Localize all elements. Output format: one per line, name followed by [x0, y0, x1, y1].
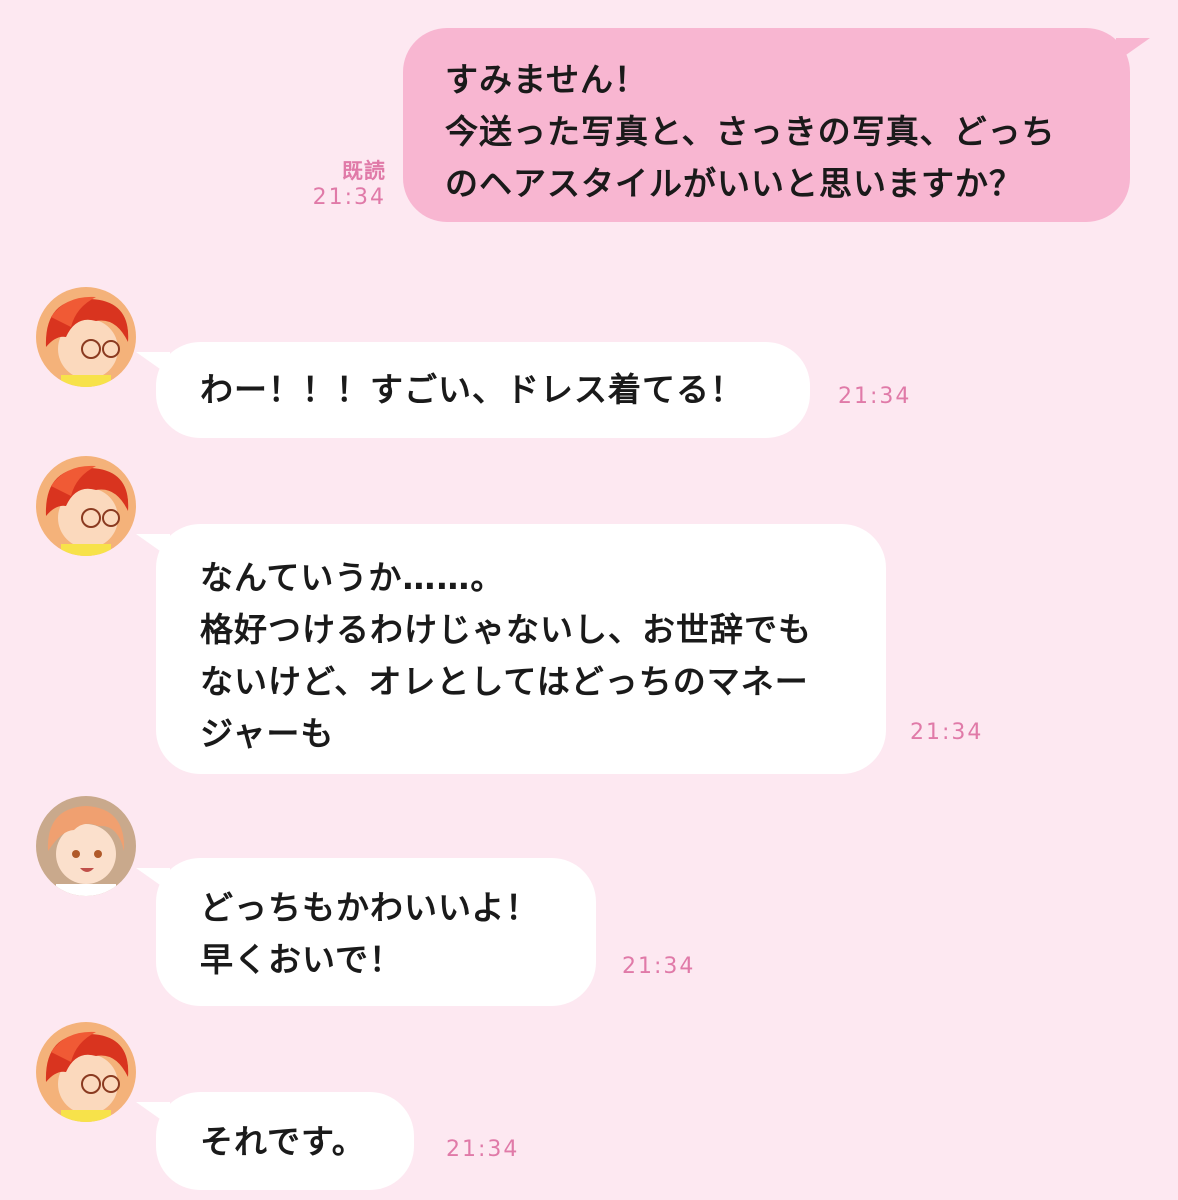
message-text-line: わー！！！すごい、ドレス着てる！ [200, 370, 744, 409]
message-text-line: ジャーも [200, 714, 335, 753]
message-text-line: 早くおいで！ [200, 940, 404, 979]
message-time: 21:34 [910, 720, 984, 745]
message-time: 21:34 [622, 954, 696, 979]
message-text-line: ないけど、オレとしてはどっちのマネー [200, 662, 809, 701]
incoming-message-bubble[interactable]: なんていうか……。 格好つけるわけじゃないし、お世辞でも ないけど、オレとしては… [136, 524, 886, 774]
message-time: 21:34 [312, 185, 386, 210]
message-time: 21:34 [446, 1137, 520, 1162]
orange-haired-smiling-avatar-icon[interactable] [36, 796, 136, 896]
incoming-message-bubble[interactable]: わー！！！すごい、ドレス着てる！ [136, 342, 810, 438]
message-time: 21:34 [838, 384, 912, 409]
message-text-line: すみません！ [445, 60, 649, 99]
message-text-line: のヘアスタイルがいいと思いますか？ [445, 164, 1023, 203]
red-haired-glasses-avatar-icon[interactable] [36, 456, 136, 556]
read-receipt: 既読 [342, 159, 386, 183]
incoming-message-bubble[interactable]: どっちもかわいいよ！ 早くおいで！ [136, 858, 596, 1006]
message-text-line: 格好つけるわけじゃないし、お世辞でも [200, 610, 812, 649]
red-haired-glasses-avatar-icon[interactable] [36, 1022, 136, 1122]
message-text-line: なんていうか……。 [200, 558, 505, 597]
red-haired-glasses-avatar-icon[interactable] [36, 287, 136, 387]
message-text-line: どっちもかわいいよ！ [200, 888, 540, 927]
message-meta: 既読 21:34 [300, 158, 386, 212]
message-text-line: それです。 [200, 1122, 366, 1161]
incoming-message-bubble[interactable]: それです。 [136, 1092, 414, 1190]
message-text-line: 今送った写真と、さっきの写真、どっち [445, 112, 1056, 151]
outgoing-message-bubble[interactable]: すみません！ 今送った写真と、さっきの写真、どっち のヘアスタイルがいいと思いま… [403, 28, 1150, 222]
chat-log: 既読 21:34 すみません！ 今送った写真と、さっきの写真、どっち のヘアスタ… [0, 0, 1178, 1200]
